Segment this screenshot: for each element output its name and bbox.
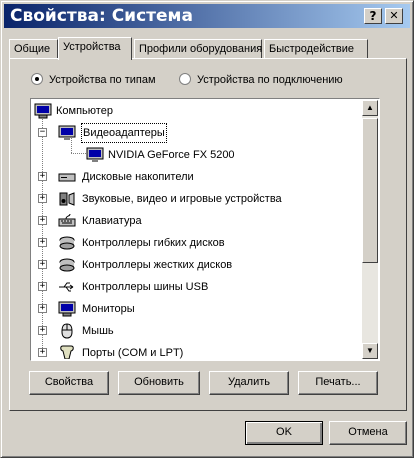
tab-hardware-profiles[interactable]: Профили оборудования [134,39,262,59]
computer-icon [34,103,52,119]
tree-scrollbar[interactable]: ▲ ▼ [362,100,378,359]
expand-icon[interactable]: + [38,216,47,225]
expand-icon[interactable]: + [38,238,47,247]
close-button[interactable]: ✕ [385,8,403,24]
port-icon [60,345,74,359]
tree-item-label: Дисковые накопители [82,171,194,183]
tree-item-label: Мониторы [82,303,135,315]
monitor-icon [58,301,76,317]
ok-button[interactable]: OK [245,421,323,445]
sound-device-icon [59,192,75,206]
system-properties-window: Свойства: Система ? ✕ Общие Устройства П… [0,0,414,458]
expand-icon[interactable]: + [38,348,47,357]
keyboard-icon [58,213,76,227]
floppy-controller-icon [59,236,75,250]
expand-icon[interactable]: + [38,282,47,291]
radio-by-type[interactable]: Устройства по типам [31,73,156,87]
tab-devices[interactable]: Устройства [58,37,132,60]
scroll-down-icon[interactable]: ▼ [362,343,378,359]
collapse-icon[interactable]: − [38,128,47,137]
device-tree-list: Компьютер − Видеоадаптеры NVIDIA GeForce… [32,100,361,359]
expand-icon[interactable]: + [38,326,47,335]
tree-item-label: Контроллеры шины USB [82,281,209,293]
tree-item-label: Звуковые, видео и игровые устройства [82,193,282,205]
radio-by-connection-label: Устройства по подключению [197,74,343,86]
radio-by-type-dot[interactable] [31,73,43,85]
tree-item-label: Клавиатура [82,215,142,227]
radio-by-connection-dot[interactable] [179,73,191,85]
scroll-thumb[interactable] [362,118,378,263]
usb-icon [59,282,74,292]
tree-item-label: Контроллеры гибких дисков [82,237,225,249]
tree-root-label: Компьютер [56,105,113,117]
help-button[interactable]: ? [364,8,382,24]
tree-line-video-child [71,153,86,154]
remove-button[interactable]: Удалить [209,371,289,395]
tree-item-display-adapters[interactable]: − Видеоадаптеры [32,122,361,144]
refresh-button[interactable]: Обновить [118,371,200,395]
disk-drive-icon [58,173,76,182]
expand-icon[interactable]: + [38,194,47,203]
cancel-button[interactable]: Отмена [329,421,407,445]
hdd-controller-icon [59,258,75,272]
tab-general[interactable]: Общие [9,39,58,59]
tab-performance[interactable]: Быстродействие [264,39,368,59]
radio-by-connection[interactable]: Устройства по подключению [179,73,343,87]
expand-icon[interactable]: + [38,172,47,181]
device-tree[interactable]: Компьютер − Видеоадаптеры NVIDIA GeForce… [30,98,380,361]
window-title: Свойства: Система [10,6,193,26]
display-adapter-icon [86,147,104,162]
radio-by-type-label: Устройства по типам [49,74,156,86]
print-button[interactable]: Печать... [298,371,378,395]
scroll-up-icon[interactable]: ▲ [362,100,378,116]
tree-line-root [42,116,43,356]
display-adapter-icon [58,125,76,140]
tree-item-label: Мышь [82,325,114,337]
tree-item-label: Порты (COM и LPT) [82,347,184,359]
mouse-icon [61,323,73,339]
tree-item-label: Контроллеры жестких дисков [82,259,233,271]
tree-item-label: NVIDIA GeForce FX 5200 [108,149,235,161]
expand-icon[interactable]: + [38,304,47,313]
expand-icon[interactable]: + [38,260,47,269]
tree-item-label: Видеоадаптеры [81,123,167,143]
title-bar[interactable]: Свойства: Система ? ✕ [4,4,410,28]
properties-button[interactable]: Свойства [29,371,109,395]
